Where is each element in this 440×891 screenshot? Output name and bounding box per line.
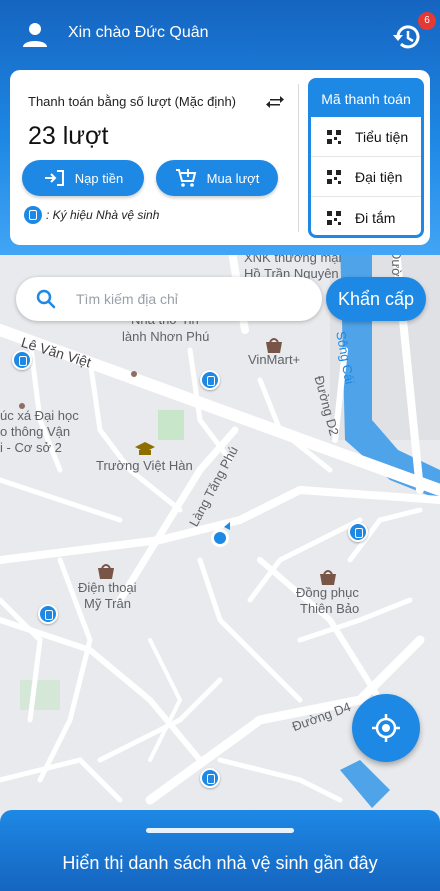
map-label-truong-viet-han: Trường Việt Hàn bbox=[96, 458, 193, 473]
map-label-dong-phuc-2: Thiên Bảo bbox=[300, 601, 360, 616]
search-input[interactable] bbox=[76, 287, 306, 311]
locate-icon bbox=[372, 714, 400, 742]
payment-code-title: Mã thanh toán bbox=[321, 91, 411, 107]
toilet-legend: : Ký hiệu Nhà vệ sinh bbox=[24, 206, 159, 224]
topup-button[interactable]: Nạp tiền bbox=[22, 160, 144, 196]
toilet-pin-icon[interactable] bbox=[38, 604, 58, 624]
toilet-pin-icon[interactable] bbox=[12, 350, 32, 370]
code-item-label: Tiểu tiện bbox=[355, 128, 409, 145]
sheet-handle[interactable] bbox=[146, 828, 294, 833]
search-bar bbox=[16, 277, 322, 321]
nearby-toilets-sheet[interactable]: Hiển thị danh sách nhà vệ sinh gần đây bbox=[0, 810, 440, 891]
buy-turns-button[interactable]: Mua lượt bbox=[156, 160, 278, 196]
map-label-dien-thoai-1: Điện thoại bbox=[78, 580, 137, 595]
toilet-pin-icon[interactable] bbox=[200, 768, 220, 788]
qr-icon bbox=[327, 210, 341, 225]
map-label-dai-hoc-2: o thông Vận bbox=[0, 424, 71, 439]
map-label-dai-hoc-3: i - Cơ sở 2 bbox=[0, 440, 62, 455]
shop-icon-3 bbox=[320, 570, 336, 585]
toilet-pin-icon[interactable] bbox=[200, 370, 220, 390]
shop-icon-2 bbox=[98, 564, 114, 579]
code-item-dai-tien[interactable]: Đại tiện bbox=[311, 157, 421, 197]
locate-button[interactable] bbox=[352, 694, 420, 762]
qr-icon bbox=[327, 169, 341, 184]
emergency-button[interactable]: Khẩn cấp bbox=[326, 277, 426, 321]
turn-count: 23 lượt bbox=[28, 122, 109, 150]
toilet-legend-text: : Ký hiệu Nhà vệ sinh bbox=[46, 208, 160, 222]
map-label-dong-phuc-1: Đồng phục bbox=[296, 585, 359, 600]
code-item-label: Đi tắm bbox=[355, 209, 396, 226]
qr-icon bbox=[327, 129, 341, 144]
card-divider bbox=[298, 84, 299, 232]
map-label-nha-tho-2: lành Nhơn Phú bbox=[122, 329, 210, 344]
map-label-vinmart: VinMart+ bbox=[248, 352, 301, 367]
cart-icon bbox=[175, 169, 196, 187]
toilet-pin-icon[interactable] bbox=[348, 522, 368, 542]
buy-turns-label: Mua lượt bbox=[206, 170, 260, 186]
topup-label: Nạp tiền bbox=[74, 170, 124, 186]
toilet-legend-icon bbox=[24, 206, 42, 224]
search-icon[interactable] bbox=[36, 289, 56, 309]
code-item-di-tam[interactable]: Đi tắm bbox=[311, 197, 421, 235]
map-label-dai-hoc-1: úc xá Đại học bbox=[0, 408, 79, 423]
code-item-label: Đại tiện bbox=[355, 168, 403, 185]
map-label-dien-thoai-2: Mỹ Trân bbox=[84, 596, 131, 611]
wallet-icon bbox=[44, 170, 64, 186]
user-icon[interactable] bbox=[20, 20, 50, 50]
payment-mode-label: Thanh toán bằng số lượt (Mặc định) bbox=[28, 94, 237, 109]
greeting-title: Xin chào Đức Quân bbox=[68, 24, 209, 41]
shop-icon bbox=[266, 338, 282, 353]
swap-icon[interactable] bbox=[266, 94, 284, 110]
school-icon bbox=[135, 442, 155, 455]
code-item-tieu-tien[interactable]: Tiểu tiện bbox=[311, 117, 421, 157]
sheet-label: Hiển thị danh sách nhà vệ sinh gần đây bbox=[62, 853, 378, 873]
history-badge: 6 bbox=[418, 12, 436, 30]
payment-code-panel: Mã thanh toán Tiểu tiện Đại tiện Đi tắm bbox=[308, 78, 424, 238]
